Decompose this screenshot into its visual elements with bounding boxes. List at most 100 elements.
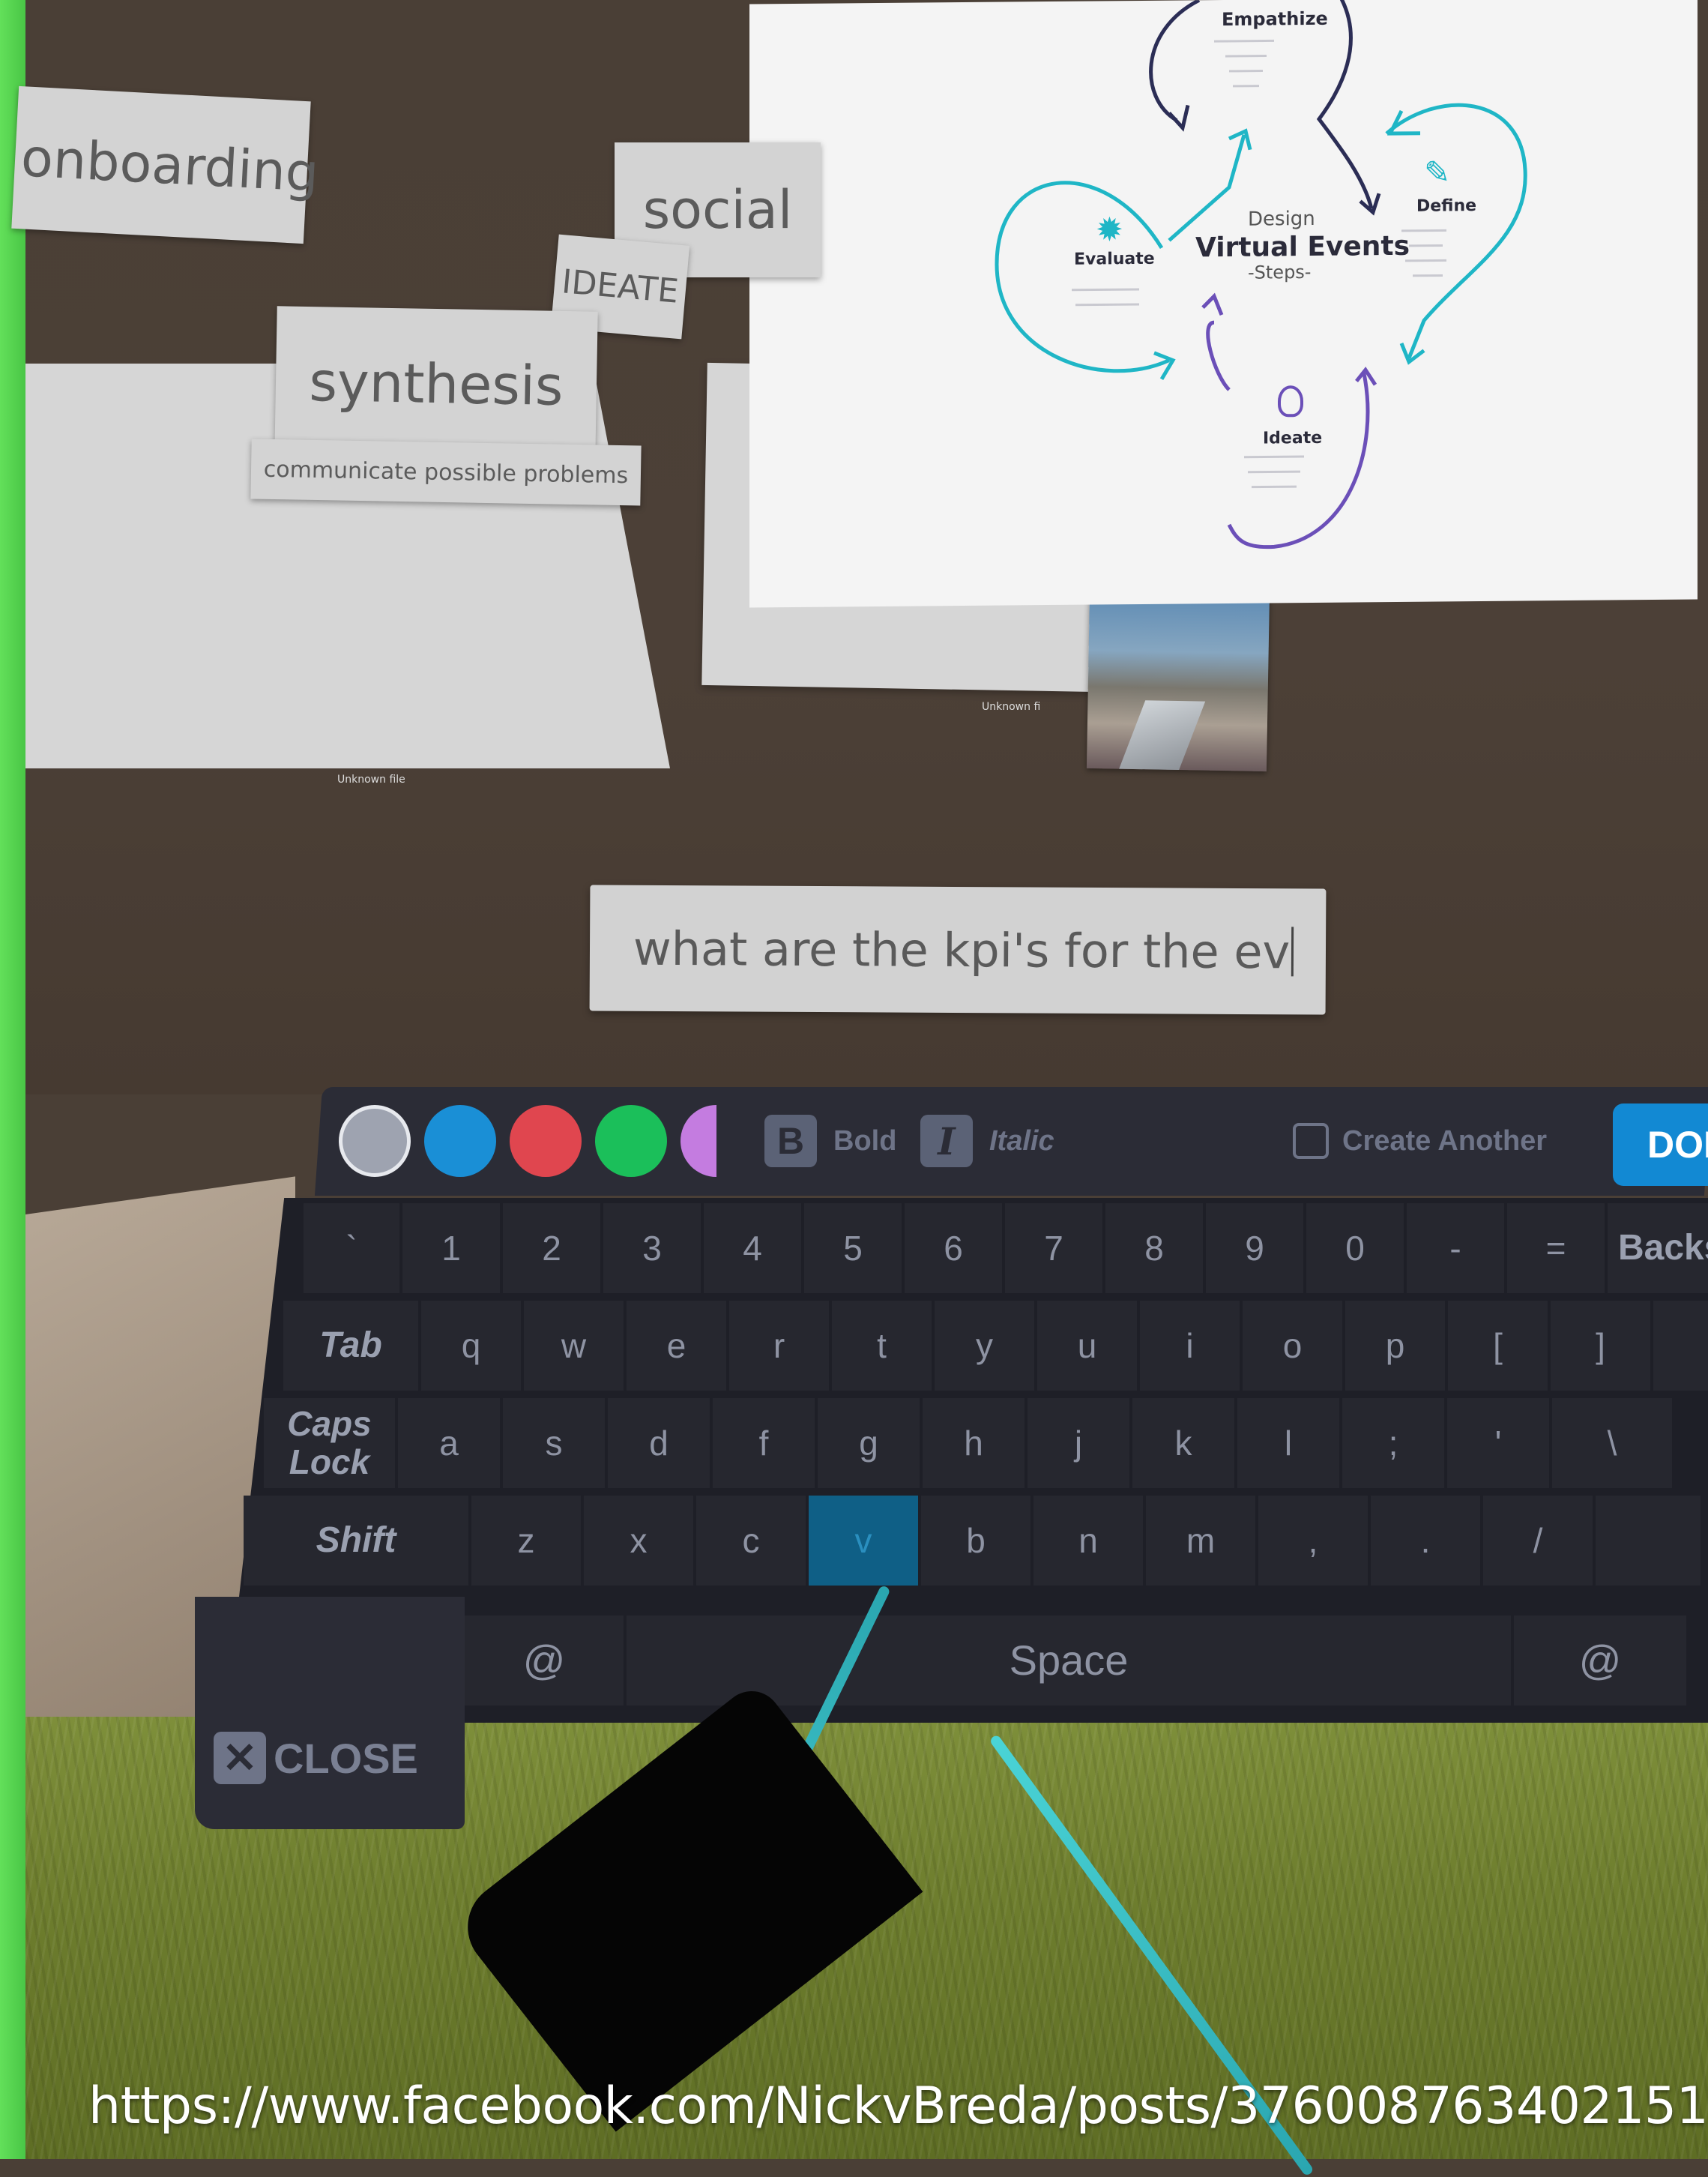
lightbulb-icon (1278, 385, 1303, 417)
key-o[interactable]: o (1243, 1301, 1342, 1391)
key-v[interactable]: v (809, 1496, 918, 1586)
create-another-checkbox[interactable]: Create Another (1293, 1123, 1547, 1159)
key-8[interactable]: 8 (1105, 1203, 1203, 1293)
key-l[interactable]: l (1237, 1398, 1339, 1488)
key-minus[interactable]: - (1407, 1203, 1504, 1293)
key-right-shift[interactable] (1596, 1496, 1701, 1586)
keyboard-row-2: Tab q w e r t y u i o p [ ] (283, 1301, 1708, 1394)
key-9[interactable]: 9 (1206, 1203, 1303, 1293)
design-virtual-events-diagram[interactable]: Empathize Define Evaluate Ideate Design … (749, 0, 1698, 608)
diagram-ideate-label: Ideate (1263, 429, 1322, 448)
key-f[interactable]: f (713, 1398, 815, 1488)
diagram-center-top: Design (1248, 208, 1315, 231)
bold-button[interactable]: B Bold (764, 1115, 896, 1167)
checkbox-icon (1293, 1123, 1329, 1159)
key-t[interactable]: t (832, 1301, 932, 1391)
key-left-bracket[interactable]: [ (1448, 1301, 1548, 1391)
key-m[interactable]: m (1146, 1496, 1255, 1586)
left-panel-caption: Unknown file (337, 774, 405, 786)
key-y[interactable]: y (935, 1301, 1034, 1391)
key-p[interactable]: p (1345, 1301, 1445, 1391)
create-another-label: Create Another (1342, 1125, 1547, 1157)
key-n[interactable]: n (1033, 1496, 1143, 1586)
key-s[interactable]: s (503, 1398, 605, 1488)
key-a[interactable]: a (398, 1398, 500, 1488)
key-h[interactable]: h (923, 1398, 1025, 1488)
close-label: CLOSE (274, 1734, 418, 1783)
key-backtick[interactable]: ` (304, 1203, 399, 1293)
key-7[interactable]: 7 (1005, 1203, 1102, 1293)
key-period[interactable]: . (1371, 1496, 1480, 1586)
diagram-empathize-label: Empathize (1222, 8, 1328, 30)
gear-icon: ✹ (1096, 211, 1123, 249)
italic-button[interactable]: I Italic (920, 1115, 1054, 1167)
italic-label: Italic (989, 1125, 1054, 1157)
toolbar-content: B Bold I Italic Create Another DONE (330, 1087, 1708, 1196)
key-comma[interactable]: , (1258, 1496, 1368, 1586)
key-w[interactable]: w (524, 1301, 624, 1391)
key-i[interactable]: i (1140, 1301, 1240, 1391)
sticky-text-input[interactable]: what are the kpi's for the ev (590, 885, 1327, 1014)
text-caret (1291, 927, 1294, 976)
diagram-arrows (749, 0, 1698, 608)
thumbnail-road (1119, 700, 1205, 770)
key-6[interactable]: 6 (905, 1203, 1002, 1293)
key-shift[interactable]: Shift (244, 1496, 468, 1586)
color-swatch-purple[interactable] (681, 1105, 716, 1177)
color-swatch-red[interactable] (510, 1105, 582, 1177)
key-0[interactable]: 0 (1306, 1203, 1404, 1293)
key-5[interactable]: 5 (804, 1203, 902, 1293)
color-swatch-green[interactable] (595, 1105, 667, 1177)
diagram-center-title: Virtual Events (1195, 231, 1410, 263)
keyboard-row-1: ` 1 2 3 4 5 6 7 8 9 0 - = Backspace (304, 1203, 1708, 1297)
color-swatch-blue[interactable] (424, 1105, 496, 1177)
diagram-evaluate-label: Evaluate (1074, 250, 1155, 269)
key-1[interactable]: 1 (402, 1203, 500, 1293)
key-c[interactable]: c (696, 1496, 806, 1586)
key-x[interactable]: x (584, 1496, 693, 1586)
key-j[interactable]: j (1027, 1398, 1129, 1488)
scene-thumbnail-image[interactable] (1087, 587, 1270, 771)
key-extra-row2[interactable] (1653, 1301, 1708, 1391)
key-quote[interactable]: ' (1447, 1398, 1549, 1488)
keyboard-row-4: Shift z x c v b n m , . / (244, 1496, 1704, 1589)
key-g[interactable]: g (818, 1398, 920, 1488)
keyboard-row-5: @ Space @ (465, 1616, 1689, 1709)
close-icon: ✕ (214, 1732, 266, 1784)
bold-icon: B (764, 1115, 817, 1167)
mid-panel-caption: Unknown fi (982, 701, 1040, 713)
keyboard-row-3: CapsLock a s d f g h j k l ; ' \ (264, 1398, 1675, 1492)
key-right-bracket[interactable]: ] (1551, 1301, 1650, 1391)
key-3[interactable]: 3 (603, 1203, 701, 1293)
key-q[interactable]: q (421, 1301, 521, 1391)
key-at-left[interactable]: @ (465, 1616, 624, 1705)
key-2[interactable]: 2 (503, 1203, 600, 1293)
key-semicolon[interactable]: ; (1342, 1398, 1444, 1488)
close-panel (195, 1597, 465, 1829)
key-k[interactable]: k (1132, 1398, 1234, 1488)
key-tab[interactable]: Tab (283, 1301, 418, 1391)
key-z[interactable]: z (471, 1496, 581, 1586)
key-caps-lock[interactable]: CapsLock (264, 1398, 395, 1488)
bold-label: Bold (833, 1125, 896, 1157)
green-wall (0, 0, 25, 2159)
key-b[interactable]: b (921, 1496, 1030, 1586)
key-slash[interactable]: / (1483, 1496, 1593, 1586)
key-r[interactable]: r (729, 1301, 829, 1391)
sticky-communicate-problems[interactable]: communicate possible problems (250, 439, 641, 505)
sticky-onboarding[interactable]: onboarding (11, 86, 310, 244)
key-backspace[interactable]: Backspace (1608, 1203, 1708, 1293)
diagram-define-label: Define (1416, 196, 1476, 216)
key-4[interactable]: 4 (704, 1203, 801, 1293)
key-backslash[interactable]: \ (1552, 1398, 1672, 1488)
color-swatch-gray[interactable] (339, 1105, 411, 1177)
key-u[interactable]: u (1037, 1301, 1137, 1391)
close-button[interactable]: ✕ CLOSE (214, 1732, 418, 1784)
key-at-right[interactable]: @ (1514, 1616, 1686, 1705)
source-url-overlay: https://www.facebook.com/NickvBreda/post… (88, 2077, 1708, 2136)
key-d[interactable]: d (608, 1398, 710, 1488)
key-e[interactable]: e (627, 1301, 726, 1391)
key-equals[interactable]: = (1507, 1203, 1605, 1293)
done-button[interactable]: DONE (1613, 1103, 1708, 1186)
sticky-synthesis[interactable]: synthesis (274, 306, 597, 461)
